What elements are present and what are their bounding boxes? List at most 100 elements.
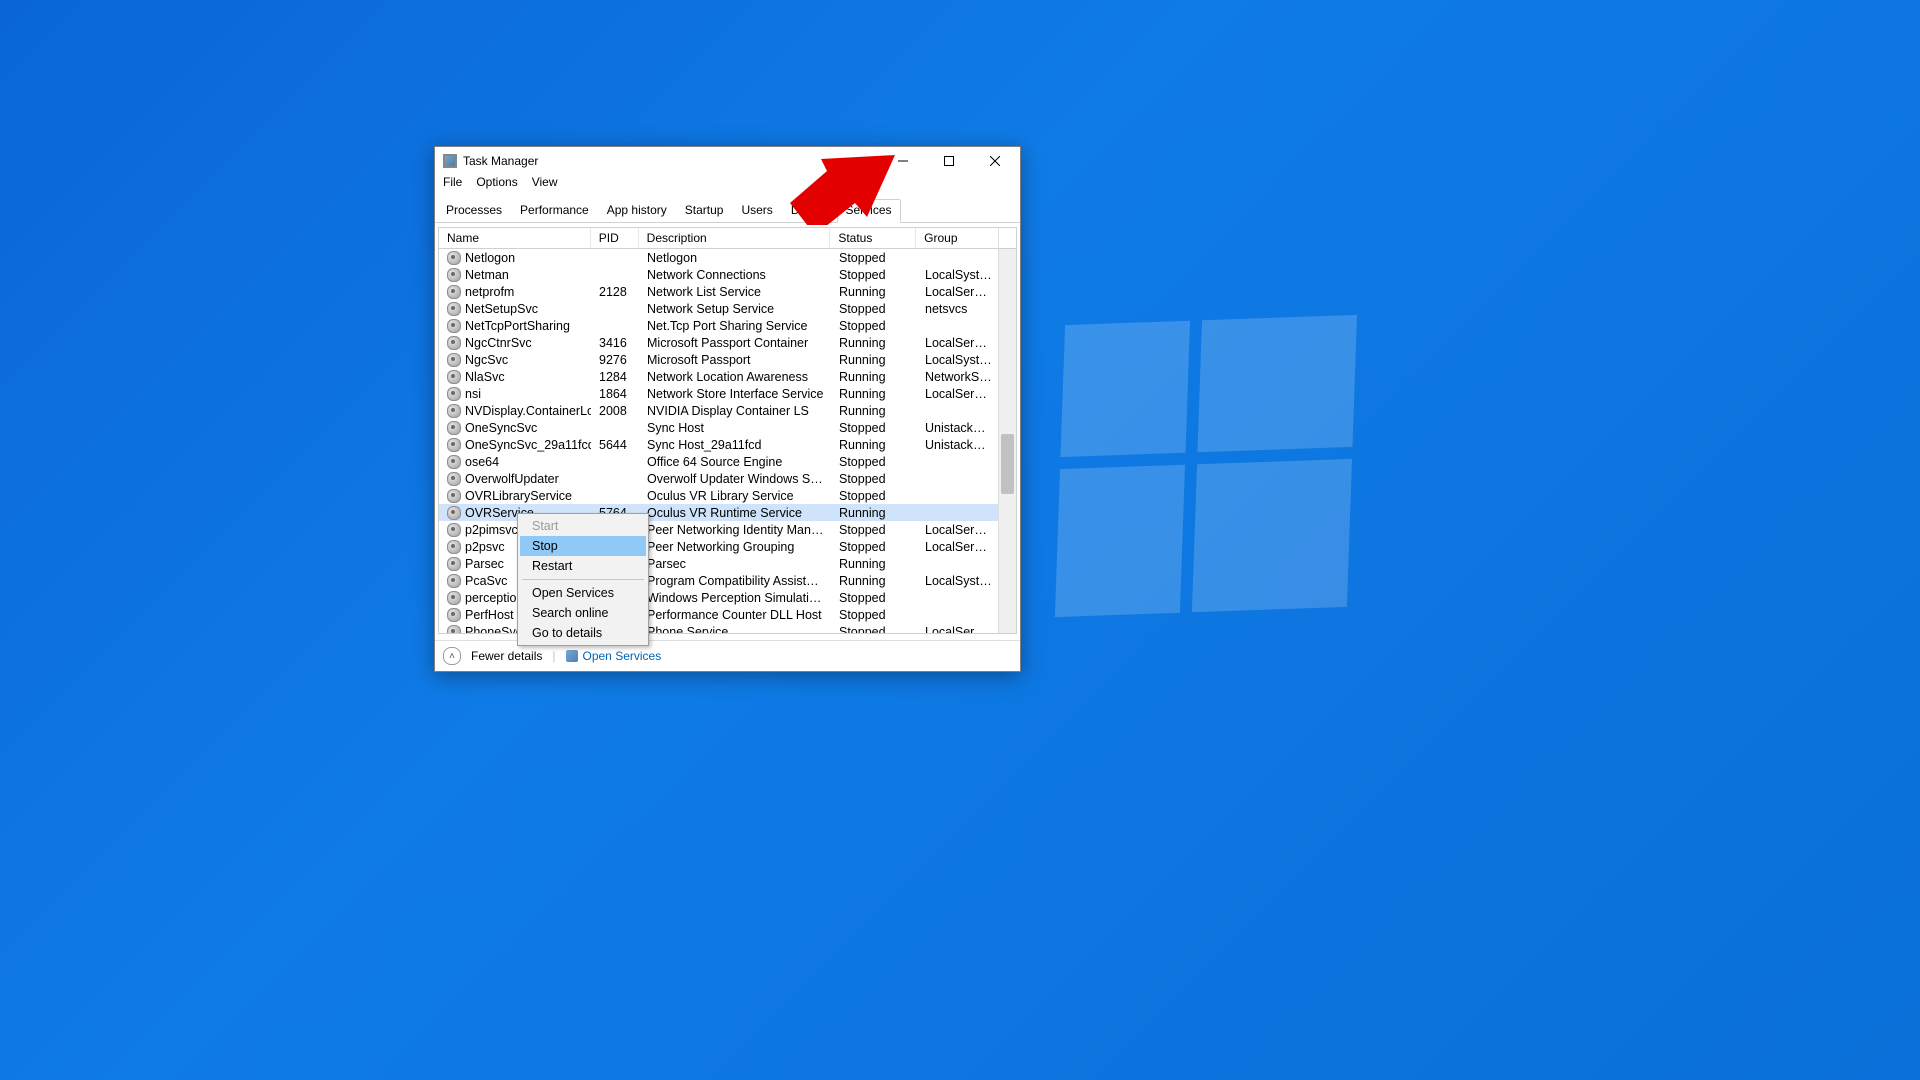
- ctx-stop[interactable]: Stop: [520, 536, 646, 556]
- service-group: [917, 493, 999, 499]
- service-group: LocalSystemN...: [917, 571, 999, 591]
- tab-performance[interactable]: Performance: [511, 199, 598, 223]
- service-icon: [447, 489, 461, 503]
- close-button[interactable]: [972, 147, 1018, 175]
- service-pid: [591, 272, 639, 278]
- service-icon: [447, 540, 461, 554]
- service-icon: [447, 336, 461, 350]
- ctx-open-services[interactable]: Open Services: [520, 583, 646, 603]
- service-row[interactable]: OVRLibraryServiceOculus VR Library Servi…: [439, 487, 1016, 504]
- service-desc: Phone Service: [639, 622, 831, 634]
- service-row[interactable]: NVDisplay.ContainerLocalS...2008NVIDIA D…: [439, 402, 1016, 419]
- scrollbar[interactable]: [998, 249, 1016, 633]
- service-icon: [447, 591, 461, 605]
- col-group[interactable]: Group: [916, 228, 998, 248]
- chevron-up-icon[interactable]: ˄: [443, 647, 461, 665]
- service-icon: [447, 608, 461, 622]
- service-icon: [447, 302, 461, 316]
- tab-users[interactable]: Users: [732, 199, 781, 223]
- service-name: Netman: [465, 268, 509, 282]
- context-menu: Start Stop Restart Open Services Search …: [517, 513, 649, 646]
- service-icon: [447, 268, 461, 282]
- minimize-button[interactable]: [880, 147, 926, 175]
- menu-file[interactable]: File: [443, 175, 462, 195]
- service-group: [917, 459, 999, 465]
- service-name: p2pimsvc: [465, 523, 518, 537]
- service-row[interactable]: NgcSvc9276Microsoft PassportRunningLocal…: [439, 351, 1016, 368]
- service-name: Parsec: [465, 557, 504, 571]
- service-row[interactable]: NlaSvc1284Network Location AwarenessRunn…: [439, 368, 1016, 385]
- service-row[interactable]: NetmanNetwork ConnectionsStoppedLocalSys…: [439, 266, 1016, 283]
- service-group: [917, 510, 999, 516]
- service-name: NgcCtnrSvc: [465, 336, 532, 350]
- service-group: netsvcs: [917, 299, 999, 319]
- ctx-search-online[interactable]: Search online: [520, 603, 646, 623]
- service-name: PcaSvc: [465, 574, 507, 588]
- service-row[interactable]: OneSyncSvc_29a11fcd5644Sync Host_29a11fc…: [439, 436, 1016, 453]
- ctx-go-to-details[interactable]: Go to details: [520, 623, 646, 643]
- service-status: Stopped: [831, 622, 917, 634]
- service-icon: [447, 455, 461, 469]
- service-row[interactable]: nsi1864Network Store Interface ServiceRu…: [439, 385, 1016, 402]
- service-row[interactable]: ose64Office 64 Source EngineStopped: [439, 453, 1016, 470]
- titlebar[interactable]: Task Manager: [435, 147, 1020, 175]
- col-status[interactable]: Status: [830, 228, 916, 248]
- service-pid: [591, 323, 639, 329]
- menubar: File Options View: [435, 175, 1020, 199]
- service-pid: [591, 493, 639, 499]
- service-row[interactable]: NgcCtnrSvc3416Microsoft Passport Contain…: [439, 334, 1016, 351]
- service-row[interactable]: NetlogonNetlogonStopped: [439, 249, 1016, 266]
- service-pid: [591, 459, 639, 465]
- col-name[interactable]: Name: [439, 228, 591, 248]
- service-icon: [447, 523, 461, 537]
- col-description[interactable]: Description: [639, 228, 831, 248]
- tab-services[interactable]: Services: [837, 199, 901, 223]
- col-pid[interactable]: PID: [591, 228, 639, 248]
- tab-details[interactable]: Details: [782, 199, 837, 223]
- service-pid: [591, 306, 639, 312]
- service-row[interactable]: NetSetupSvcNetwork Setup ServiceStoppedn…: [439, 300, 1016, 317]
- service-group: LocalServiceP...: [917, 537, 999, 557]
- scroll-spacer: [998, 228, 1016, 248]
- app-icon: [443, 154, 457, 168]
- menu-view[interactable]: View: [532, 175, 558, 195]
- service-row[interactable]: netprofm2128Network List ServiceRunningL…: [439, 283, 1016, 300]
- tab-startup[interactable]: Startup: [676, 199, 733, 223]
- services-icon: [566, 650, 578, 662]
- service-icon: [447, 625, 461, 634]
- service-icon: [447, 438, 461, 452]
- tab-app-history[interactable]: App history: [598, 199, 676, 223]
- service-icon: [447, 404, 461, 418]
- service-group: LocalService: [917, 622, 999, 634]
- service-icon: [447, 251, 461, 265]
- service-row[interactable]: OverwolfUpdaterOverwolf Updater Windows …: [439, 470, 1016, 487]
- menu-options[interactable]: Options: [476, 175, 517, 195]
- service-row[interactable]: NetTcpPortSharingNet.Tcp Port Sharing Se…: [439, 317, 1016, 334]
- open-services-link[interactable]: Open Services: [566, 649, 662, 663]
- maximize-button[interactable]: [926, 147, 972, 175]
- service-group: [917, 408, 999, 414]
- tab-bar: ProcessesPerformanceApp historyStartupUs…: [435, 199, 1020, 223]
- service-pid: 5644: [591, 435, 639, 455]
- fewer-details-link[interactable]: Fewer details: [471, 649, 542, 663]
- service-group: UnistackSvcGr...: [917, 435, 999, 455]
- ctx-start: Start: [520, 516, 646, 536]
- service-group: [917, 323, 999, 329]
- service-name: NlaSvc: [465, 370, 505, 384]
- scroll-thumb[interactable]: [1001, 434, 1014, 494]
- tab-processes[interactable]: Processes: [437, 199, 511, 223]
- service-pid: [591, 425, 639, 431]
- service-name: ose64: [465, 455, 499, 469]
- service-group: [917, 561, 999, 567]
- service-name: OneSyncSvc: [465, 421, 537, 435]
- service-row[interactable]: OneSyncSvcSync HostStoppedUnistackSvcGr.…: [439, 419, 1016, 436]
- ctx-restart[interactable]: Restart: [520, 556, 646, 576]
- service-pid: [591, 255, 639, 261]
- service-icon: [447, 557, 461, 571]
- service-name: OverwolfUpdater: [465, 472, 559, 486]
- service-name: NVDisplay.ContainerLocalS...: [465, 404, 591, 418]
- service-group: [917, 255, 999, 261]
- service-name: nsi: [465, 387, 481, 401]
- service-icon: [447, 353, 461, 367]
- service-icon: [447, 506, 461, 520]
